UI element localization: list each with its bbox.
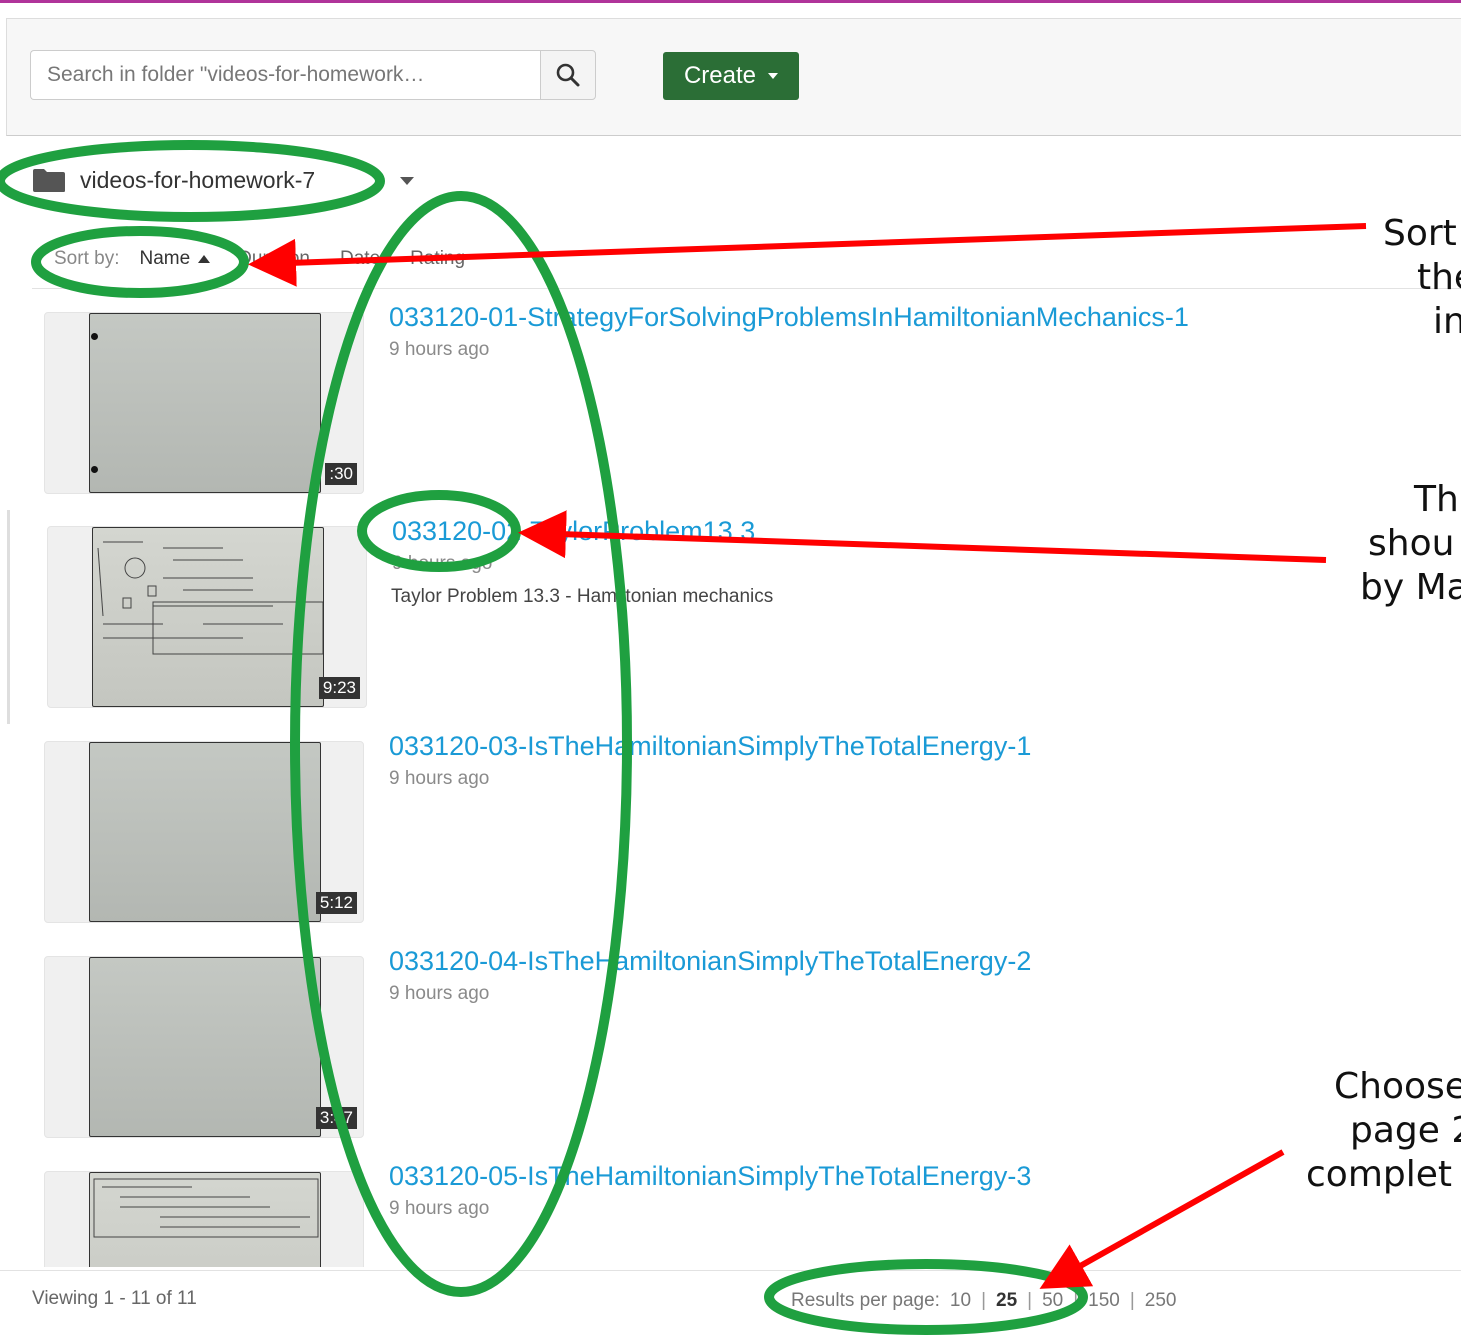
duration-badge: 9:23 [318,677,360,699]
annotation-line: complet [1306,1154,1453,1195]
video-thumbnail[interactable] [44,1171,364,1267]
sort-option-name[interactable]: Name [139,248,190,270]
list-item: 033120-05-IsTheHamiltonianSimplyTheTotal… [0,1155,1461,1267]
duration-badge: :30 [325,463,357,485]
folder-icon [33,169,65,192]
annotation-line: shou [1368,523,1455,564]
results-count: Viewing 1 - 11 of 11 [32,1288,197,1309]
search-icon [556,63,580,87]
video-title-link[interactable]: 033120-05-IsTheHamiltonianSimplyTheTotal… [389,1161,1031,1192]
annotation-page-note: Choose page 2 complet [1306,1065,1461,1197]
divider [0,1270,1461,1271]
annotation-line: page 2 [1350,1110,1461,1151]
annotation-order-note: Th shou by Ma [1340,478,1461,610]
video-thumbnail[interactable]: 5:12 [44,741,364,923]
duration-badge: 3:47 [315,1107,357,1129]
per-page-option-250[interactable]: 250 [1145,1290,1177,1312]
timestamp: 9 hours ago [389,768,490,789]
handwriting-graphic [93,1178,319,1238]
list-item: 5:12 033120-03-IsTheHamiltonianSimplyThe… [0,725,1461,939]
annotation-line: Sort [1383,213,1457,254]
video-title-link[interactable]: 033120-01-StrategyForSolvingProblemsInHa… [389,302,1189,333]
thumbnail-image [92,527,324,707]
results-per-page: Results per page: 10 | 25 | 50 | 150 | 2… [791,1290,1177,1312]
annotation-line: Choose [1334,1066,1461,1107]
create-button[interactable]: Create [663,52,799,100]
video-title-link[interactable]: 033120-02-TaylorProblem13.3 [392,516,755,547]
annotation-line: the [1417,257,1461,298]
sort-option-rating[interactable]: Rating [410,248,465,270]
timestamp: 9 hours ago [389,983,490,1004]
sort-bar: Sort by: Name Duration Date Rating [54,248,495,270]
video-thumbnail[interactable]: 3:47 [44,956,364,1138]
separator: | [1073,1290,1079,1311]
per-page-option-150[interactable]: 150 [1088,1290,1120,1312]
list-item: 3:47 033120-04-IsTheHamiltonianSimplyThe… [0,940,1461,1154]
annotation-line: in [1433,301,1461,342]
timestamp: 9 hours ago [389,339,490,360]
sort-option-duration[interactable]: Duration [238,248,310,270]
folder-name: videos-for-homework-7 [80,166,316,193]
thumbnail-image [89,742,321,922]
separator: | [1129,1290,1135,1311]
video-title-link[interactable]: 033120-04-IsTheHamiltonianSimplyTheTotal… [389,946,1031,977]
sort-ascending-icon [198,255,211,263]
annotation-line: by Ma [1360,567,1461,608]
video-thumbnail[interactable]: :30 [44,312,364,494]
window-top-border [0,0,1461,3]
annotation-line: Th [1414,479,1459,520]
toolbar: Create [6,18,1461,136]
annotation-sort-note: Sort the in [1383,212,1461,344]
timestamp: 9 hours ago [389,1198,490,1219]
search-box [30,50,596,100]
thumbnail-image [89,313,321,493]
timestamp: 9 hours ago [392,553,493,574]
per-page-option-10[interactable]: 10 [950,1290,971,1312]
sort-label: Sort by: [54,248,120,269]
list-item: 9:23 033120-02-TaylorProblem13.3 9 hours… [7,510,1461,724]
per-page-option-25[interactable]: 25 [996,1290,1017,1312]
list-item: :30 033120-01-StrategyForSolvingProblems… [0,296,1461,510]
sort-option-date[interactable]: Date [340,248,380,270]
separator: | [1027,1290,1033,1311]
create-button-label: Create [683,62,757,89]
per-page-label: Results per page: [791,1290,940,1311]
thumbnail-dot [91,466,98,473]
search-button[interactable] [540,50,596,100]
folder-selector[interactable]: videos-for-homework-7 [32,165,315,195]
handwriting-graphic [97,541,324,655]
video-title-link[interactable]: 033120-03-IsTheHamiltonianSimplyTheTotal… [389,731,1031,762]
folder-dropdown-icon[interactable] [400,177,414,185]
thumbnail-image [89,1172,321,1267]
video-thumbnail[interactable]: 9:23 [47,526,367,708]
chevron-down-icon [768,73,779,79]
thumbnail-image [89,957,321,1137]
separator: | [981,1290,986,1311]
search-input[interactable] [30,50,541,100]
video-description: Taylor Problem 13.3 - Hamiltonian mechan… [391,586,774,607]
thumbnail-dot [91,333,98,340]
duration-badge: 5:12 [315,892,357,914]
divider [32,288,1461,289]
per-page-option-50[interactable]: 50 [1042,1290,1063,1312]
